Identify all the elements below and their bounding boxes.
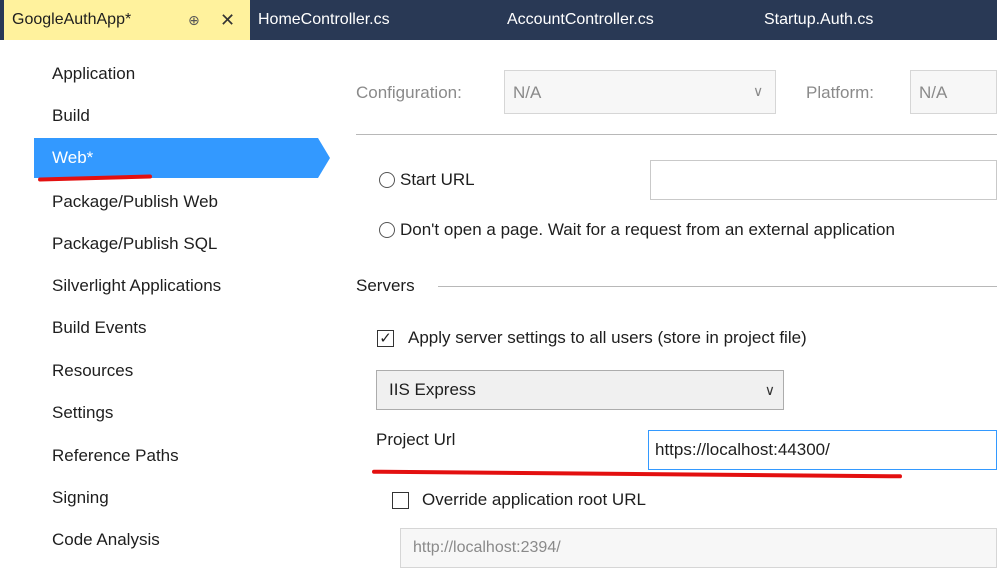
nav-item-label: Web* bbox=[52, 148, 94, 167]
server-type-select[interactable]: IIS Express ∨ bbox=[376, 370, 784, 410]
tab-googleauthapp[interactable]: GoogleAuthApp* ⊕ ✕ bbox=[4, 0, 250, 40]
dont-open-page-label: Don't open a page. Wait for a request fr… bbox=[400, 220, 895, 239]
configuration-select: N/A ∨ bbox=[504, 70, 776, 114]
tab-startup-auth[interactable]: Startup.Auth.cs bbox=[764, 0, 873, 40]
platform-value: N/A bbox=[919, 83, 948, 102]
nav-item-build-events[interactable]: Build Events bbox=[34, 308, 318, 348]
tab-accountcontroller[interactable]: AccountController.cs bbox=[507, 0, 654, 40]
apply-server-settings-checkbox[interactable]: ✓ bbox=[377, 330, 394, 347]
nav-item-resources[interactable]: Resources bbox=[34, 351, 318, 391]
servers-section-label: Servers bbox=[356, 276, 415, 295]
start-url-radio[interactable] bbox=[379, 172, 395, 188]
config-separator bbox=[356, 134, 997, 135]
nav-item-package-publish-web[interactable]: Package/Publish Web bbox=[34, 182, 318, 222]
close-icon[interactable]: ✕ bbox=[220, 0, 235, 40]
project-url-input[interactable]: https://localhost:44300/ bbox=[648, 430, 997, 470]
nav-item-web[interactable]: Web* bbox=[34, 138, 330, 178]
selection-arrow-icon bbox=[318, 138, 330, 178]
tab-homecontroller[interactable]: HomeController.cs bbox=[258, 0, 390, 40]
override-root-url-checkbox[interactable] bbox=[392, 492, 409, 509]
annotation-underline-project-url bbox=[371, 469, 903, 479]
project-url-value: https://localhost:44300/ bbox=[655, 440, 830, 459]
nav-item-signing[interactable]: Signing bbox=[34, 478, 318, 518]
document-tab-strip: GoogleAuthApp* ⊕ ✕ HomeController.cs Acc… bbox=[0, 0, 997, 40]
override-root-url-input: http://localhost:2394/ bbox=[400, 528, 997, 568]
override-root-url-value: http://localhost:2394/ bbox=[413, 539, 561, 556]
nav-item-settings[interactable]: Settings bbox=[34, 393, 318, 433]
nav-item-reference-paths[interactable]: Reference Paths bbox=[34, 436, 318, 476]
platform-label: Platform: bbox=[806, 83, 875, 102]
chevron-down-icon: ∨ bbox=[764, 382, 775, 398]
pin-icon[interactable]: ⊕ bbox=[188, 0, 200, 40]
start-url-input[interactable] bbox=[650, 160, 997, 200]
nav-item-package-publish-sql[interactable]: Package/Publish SQL bbox=[34, 224, 318, 264]
dont-open-page-radio[interactable] bbox=[379, 222, 395, 238]
configuration-value: N/A bbox=[513, 83, 542, 102]
servers-separator bbox=[438, 286, 997, 287]
project-url-label: Project Url bbox=[376, 430, 456, 449]
tab-label: GoogleAuthApp* bbox=[12, 11, 132, 28]
chevron-down-icon: ∨ bbox=[753, 83, 764, 99]
override-root-url-label: Override application root URL bbox=[422, 490, 646, 509]
platform-select: N/A bbox=[910, 70, 997, 114]
configuration-label: Configuration: bbox=[356, 83, 462, 102]
apply-server-settings-label: Apply server settings to all users (stor… bbox=[408, 328, 807, 347]
nav-item-silverlight-applications[interactable]: Silverlight Applications bbox=[34, 266, 318, 306]
nav-item-build[interactable]: Build bbox=[34, 96, 318, 136]
nav-item-application[interactable]: Application bbox=[34, 54, 318, 94]
nav-item-code-analysis[interactable]: Code Analysis bbox=[34, 520, 318, 560]
server-type-value: IIS Express bbox=[389, 380, 476, 399]
start-url-label: Start URL bbox=[400, 170, 475, 189]
